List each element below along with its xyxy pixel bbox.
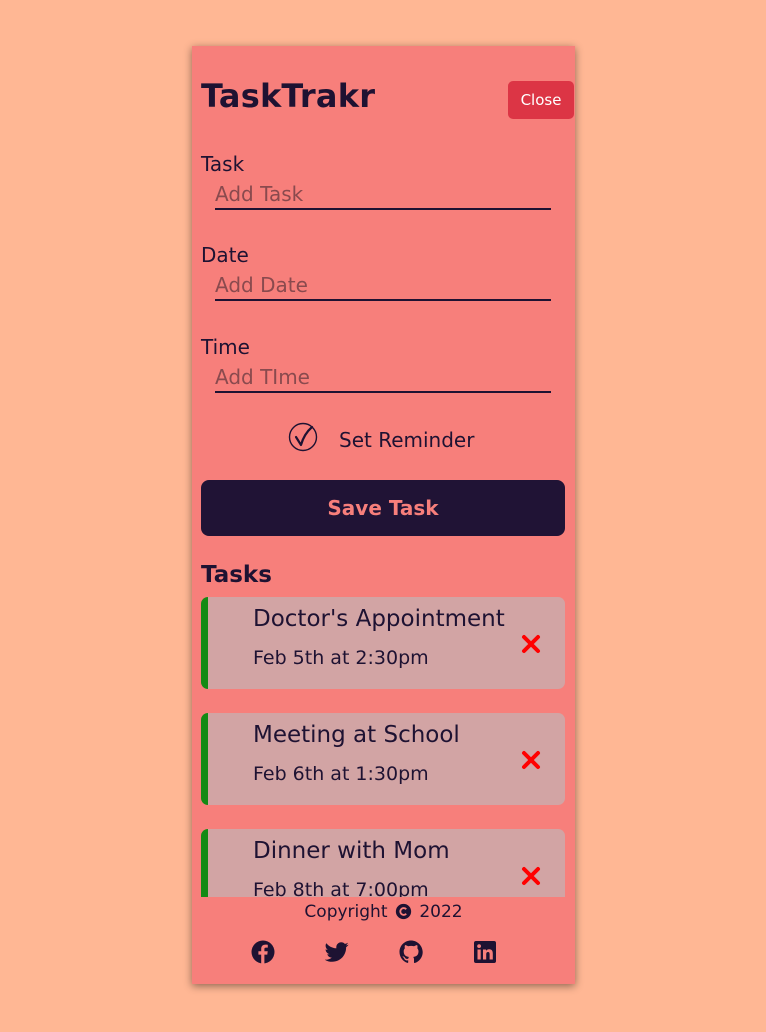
save-task-button[interactable]: Save Task	[201, 480, 565, 536]
task-item[interactable]: Dinner with Mom Feb 8th at 7:00pm	[201, 829, 565, 897]
task-list[interactable]: Doctor's Appointment Feb 5th at 2:30pm M…	[201, 597, 565, 897]
copyright-text: Copyright 2022	[192, 901, 575, 923]
tasks-heading: Tasks	[201, 562, 272, 588]
task-field: Task	[201, 152, 552, 210]
task-title: Dinner with Mom	[253, 838, 450, 864]
reminder-toggle[interactable]: Set Reminder	[288, 422, 548, 456]
close-icon[interactable]	[521, 866, 541, 886]
time-field: Time	[201, 335, 552, 393]
copyright-icon	[395, 903, 412, 920]
task-input[interactable]	[215, 180, 551, 210]
linkedin-icon[interactable]	[473, 940, 497, 964]
facebook-icon[interactable]	[251, 940, 275, 964]
task-date: Feb 6th at 1:30pm	[253, 763, 429, 785]
time-label: Time	[201, 335, 250, 359]
date-input[interactable]	[215, 271, 551, 301]
time-input[interactable]	[215, 363, 551, 393]
copyright-year: 2022	[419, 902, 463, 922]
close-button[interactable]: Close	[508, 81, 574, 119]
task-label: Task	[201, 152, 245, 176]
reminder-label: Set Reminder	[339, 428, 475, 452]
date-label: Date	[201, 243, 249, 267]
task-item[interactable]: Meeting at School Feb 6th at 1:30pm	[201, 713, 565, 805]
github-icon[interactable]	[399, 940, 423, 964]
task-title: Meeting at School	[253, 722, 460, 748]
footer: Copyright 2022	[192, 897, 575, 984]
close-icon[interactable]	[521, 750, 541, 770]
task-app-card: TaskTrakr Close Task Date Time Set Remin…	[192, 46, 575, 984]
checkbox-checked-icon[interactable]	[288, 422, 318, 452]
close-icon[interactable]	[521, 634, 541, 654]
task-item[interactable]: Doctor's Appointment Feb 5th at 2:30pm	[201, 597, 565, 689]
date-field: Date	[201, 243, 552, 301]
task-date: Feb 8th at 7:00pm	[253, 879, 429, 897]
twitter-icon[interactable]	[325, 940, 349, 964]
app-header: TaskTrakr Close	[201, 76, 574, 119]
task-date: Feb 5th at 2:30pm	[253, 647, 429, 669]
app-title: TaskTrakr	[201, 77, 376, 115]
task-title: Doctor's Appointment	[253, 606, 505, 632]
copyright-prefix: Copyright	[304, 902, 388, 922]
